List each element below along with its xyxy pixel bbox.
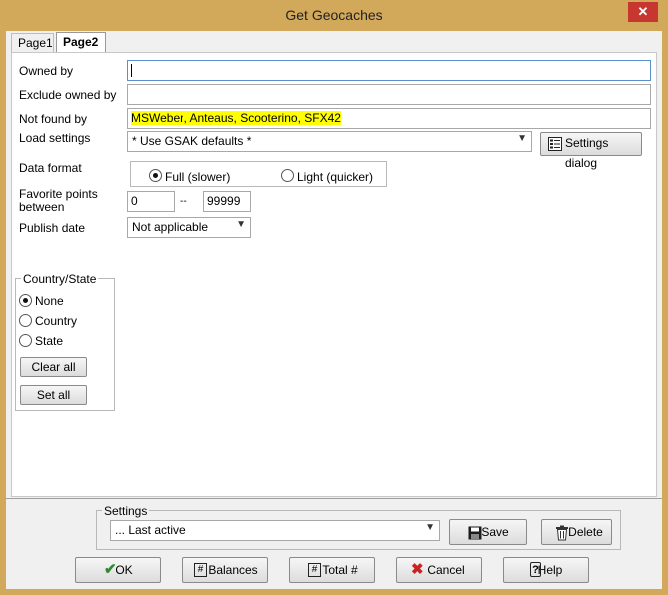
hash-icon: # [194,563,207,577]
favorite-points-label: Favorite points [19,187,98,201]
chevron-down-icon: ▼ [236,219,246,230]
settings-dialog-button[interactable]: Settings dialog [540,132,642,170]
title-bar[interactable]: Get Geocaches ✕ [0,0,668,31]
total-label: Total # [322,563,358,577]
clear-all-button[interactable]: Clear all [20,357,87,377]
checkmark-icon: ✔ [104,561,117,578]
close-x-icon: ✖ [411,561,424,578]
settings-group-title: Settings [102,504,150,518]
list-icon [548,137,562,151]
country-state-state-label[interactable]: State [35,334,63,348]
data-format-label: Data format [19,161,82,175]
not-found-name: Scooterino [240,111,298,125]
favorite-min-input[interactable]: 0 [127,191,175,212]
help-button[interactable]: ? Help [503,557,589,583]
exclude-owned-by-input[interactable] [127,84,651,105]
country-state-none-label[interactable]: None [35,294,64,308]
save-label: Save [481,525,509,539]
country-state-none-radio[interactable] [19,294,32,307]
total-button[interactable]: # Total # [289,557,375,583]
separator [6,498,662,499]
window-title: Get Geocaches [285,7,383,23]
tab-page2[interactable]: Page2 [56,32,106,53]
floppy-disk-icon [468,526,482,540]
hash-icon: # [308,563,321,577]
balances-button[interactable]: # Balances [182,557,268,583]
data-format-full-radio[interactable] [149,169,162,182]
data-format-full-label[interactable]: Full (slower) [165,170,230,184]
country-state-country-label[interactable]: Country [35,314,77,328]
not-found-name: SFX42 [304,111,341,125]
not-found-by-label: Not found by [19,112,88,126]
set-all-button[interactable]: Set all [20,385,87,405]
ok-button[interactable]: ✔ OK [75,557,161,583]
delete-settings-button[interactable]: Delete [541,519,612,545]
close-button[interactable]: ✕ [628,2,658,22]
help-label: Help [537,563,563,577]
cancel-button[interactable]: ✖ Cancel [396,557,482,583]
tab-page1[interactable]: Page1 [11,33,54,52]
country-state-title: Country/State [21,272,99,286]
publish-date-combo[interactable]: Not applicable ▼ [127,217,251,238]
favorite-max-input[interactable]: 99999 [203,191,251,212]
not-found-name: Anteaus [189,111,234,125]
chevron-down-icon: ▼ [517,133,527,144]
trash-icon [556,525,568,541]
country-state-country-radio[interactable] [19,314,32,327]
data-format-light-label[interactable]: Light (quicker) [297,170,373,184]
settings-combo[interactable]: ... Last active ▼ [110,520,440,541]
favorite-points-label-between: between [19,200,65,214]
ok-label: OK [115,563,133,577]
save-settings-button[interactable]: Save [449,519,527,545]
settings-combo-value: ... Last active [115,523,186,537]
load-settings-combo[interactable]: * Use GSAK defaults * ▼ [127,131,532,152]
publish-date-label: Publish date [19,221,86,235]
chevron-down-icon: ▼ [425,522,435,533]
delete-label: Delete [568,525,603,539]
text-caret [131,64,132,78]
exclude-owned-by-label: Exclude owned by [19,88,117,102]
owned-by-input[interactable] [127,60,651,81]
not-found-by-input[interactable]: MSWeber, Anteaus, Scooterino, SFX42 [127,108,651,129]
publish-date-value: Not applicable [132,220,209,234]
load-settings-value: * Use GSAK defaults * [132,134,252,148]
data-format-light-radio[interactable] [281,169,294,182]
balances-label: Balances [208,563,258,577]
cancel-label: Cancel [427,563,465,577]
help-icon: ? [530,562,541,577]
country-state-state-radio[interactable] [19,334,32,347]
owned-by-label: Owned by [19,64,74,78]
favorite-range-separator: -- [180,196,187,207]
load-settings-label: Load settings [19,131,91,145]
not-found-name: MSWeber [131,111,184,125]
